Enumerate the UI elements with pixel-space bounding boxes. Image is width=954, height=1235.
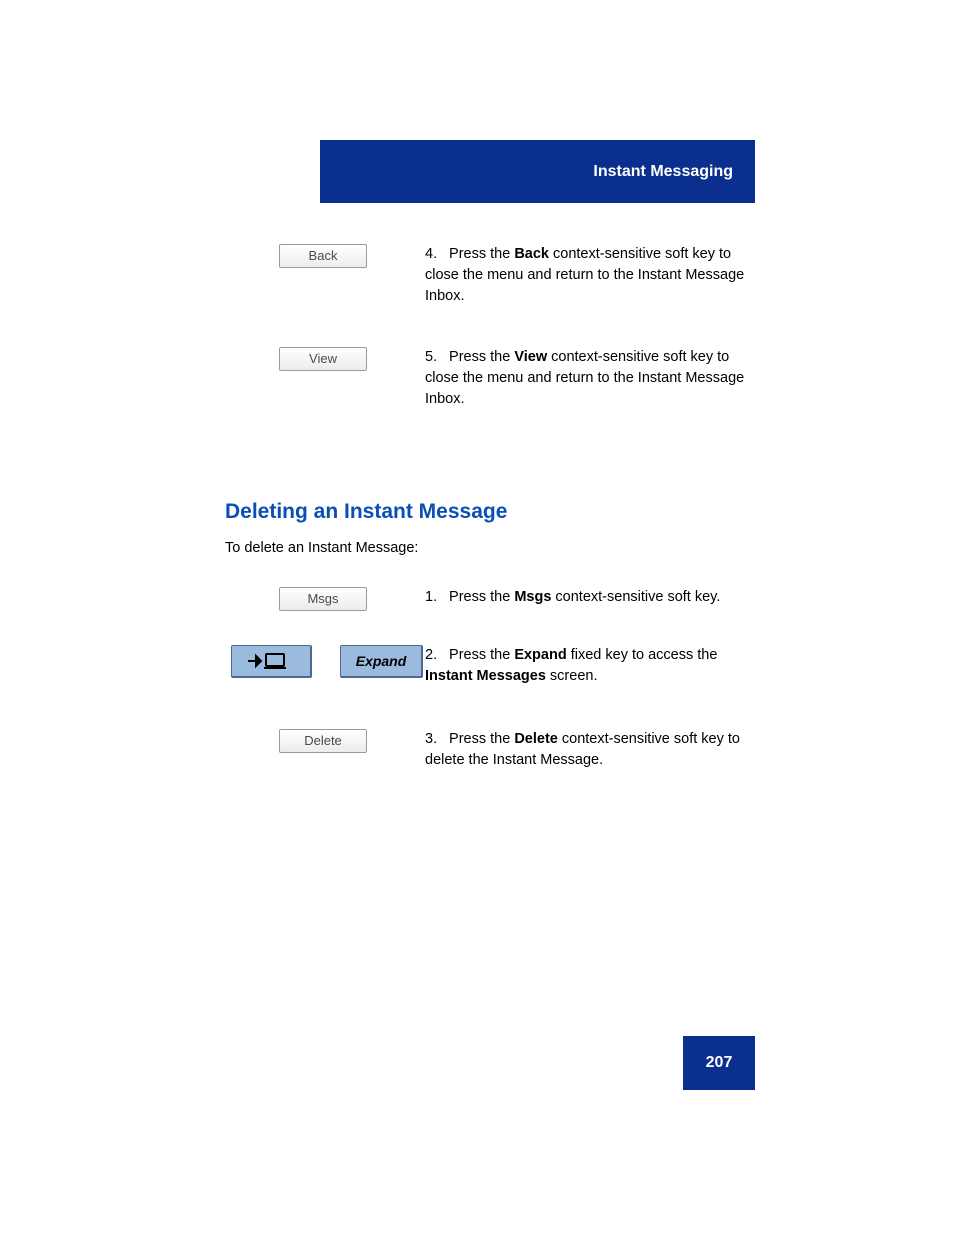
delete-step-2-row: Expand 2. Press the Expand fixed key to …	[225, 645, 755, 687]
delete-step-3-text: 3. Press the Delete context-sensitive so…	[425, 729, 755, 771]
delete-intro: To delete an Instant Message:	[225, 538, 755, 559]
delete-step-2-text-b: fixed key to access the	[571, 647, 718, 663]
delete-heading: Deleting an Instant Message	[225, 500, 755, 524]
delete-step-2-bold-word: Expand	[514, 647, 566, 663]
view-softkey: View	[279, 347, 367, 371]
delete-step-2-text: 2. Press the Expand fixed key to access …	[425, 645, 755, 687]
step-4-key-bold: Back	[514, 246, 549, 262]
expand-arrow-key	[231, 645, 312, 678]
content-area: Back 4. Press the Back context-sensitive…	[225, 230, 755, 771]
delete-step-1-number: 1.	[425, 587, 445, 608]
step-5-key-bold: View	[514, 349, 547, 365]
expand-key-pair: Expand	[231, 645, 423, 678]
delete-step-1-text-b: context-sensitive soft key.	[555, 589, 720, 605]
delete-step-1-text: 1. Press the Msgs context-sensitive soft…	[425, 587, 755, 608]
msgs-softkey: Msgs	[279, 587, 367, 611]
step-4-row: Back 4. Press the Back context-sensitive…	[225, 244, 755, 307]
delete-step-2-key-col: Expand	[225, 645, 425, 678]
delete-step-2-text-a: Press the	[449, 647, 514, 663]
delete-step-3-row: Delete 3. Press the Delete context-sensi…	[225, 729, 755, 771]
step-5-text: 5. Press the View context-sensitive soft…	[425, 347, 755, 410]
step-4-key-col: Back	[225, 244, 425, 268]
arrow-screen-icon	[246, 651, 296, 671]
step-5-key-col: View	[225, 347, 425, 371]
delete-step-1-key-bold: Msgs	[514, 589, 551, 605]
page-number: 207	[683, 1036, 755, 1090]
delete-step-2-text-c: screen.	[550, 668, 598, 684]
delete-step-1-text-a: Press the	[449, 589, 514, 605]
delete-step-3-key-col: Delete	[225, 729, 425, 753]
expand-label-key: Expand	[340, 645, 423, 678]
step-5-number: 5.	[425, 347, 445, 368]
step-4-number: 4.	[425, 244, 445, 265]
delete-step-3-key-bold: Delete	[514, 731, 558, 747]
header-bar: Instant Messaging	[320, 140, 755, 203]
page-number-value: 207	[706, 1054, 733, 1072]
delete-softkey: Delete	[279, 729, 367, 753]
delete-step-2-number: 2.	[425, 645, 445, 666]
step-4-text-a: Press the	[449, 246, 514, 262]
step-5-text-a: Press the	[449, 349, 514, 365]
back-softkey: Back	[279, 244, 367, 268]
delete-step-1-row: Msgs 1. Press the Msgs context-sensitive…	[225, 587, 755, 611]
delete-step-3-text-a: Press the	[449, 731, 514, 747]
step-4-text: 4. Press the Back context-sensitive soft…	[425, 244, 755, 307]
delete-step-3-number: 3.	[425, 729, 445, 750]
step-5-row: View 5. Press the View context-sensitive…	[225, 347, 755, 410]
section-title: Instant Messaging	[593, 163, 733, 181]
delete-step-1-key-col: Msgs	[225, 587, 425, 611]
delete-step-2-bold-screen: Instant Messages	[425, 668, 546, 684]
